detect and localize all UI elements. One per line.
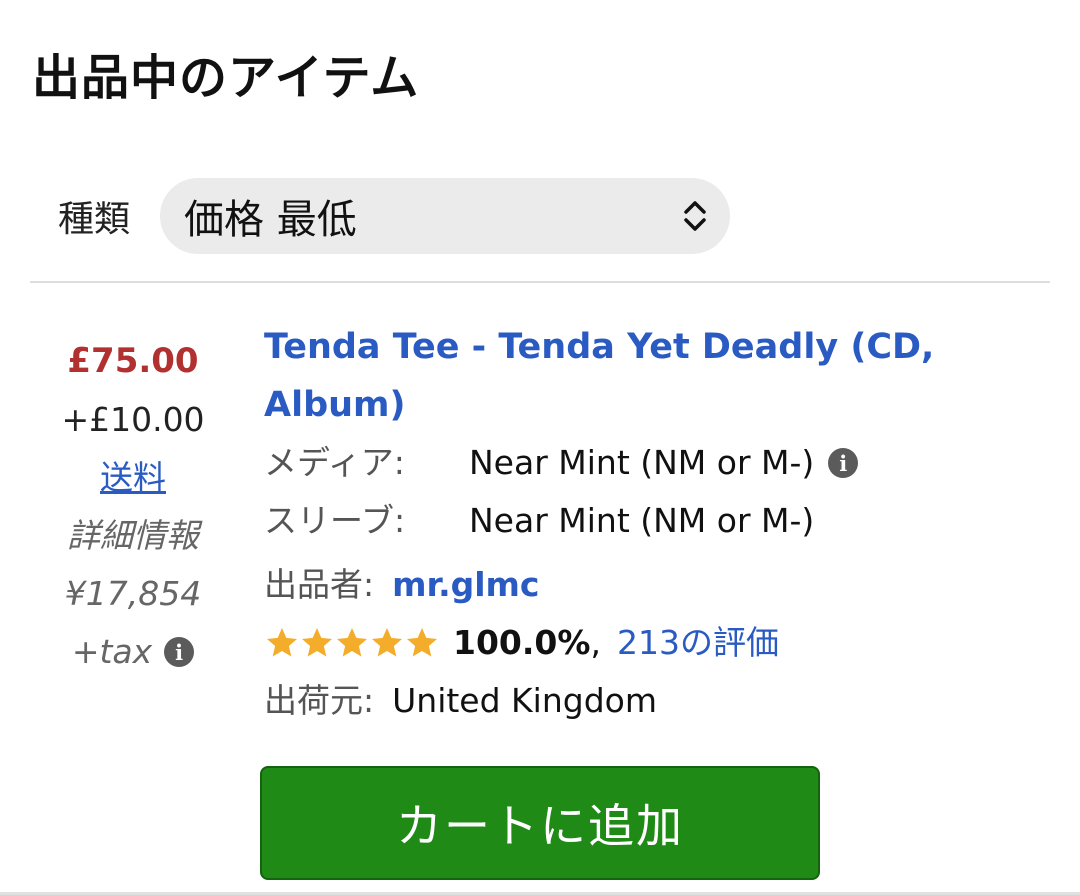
price-column: £75.00 +£10.00 送料 詳細情報 ¥17,854 +tax i <box>28 330 238 681</box>
sort-row: 種類 価格 最低 <box>58 178 731 254</box>
add-to-cart-button[interactable]: カートに追加 <box>260 766 820 880</box>
details-label: 詳細情報 <box>67 516 199 555</box>
rating-separator: , <box>590 623 601 662</box>
ships-from-row: 出荷元: United Kingdom <box>264 672 1044 730</box>
star-icon <box>267 628 297 657</box>
info-icon[interactable]: i <box>164 637 195 667</box>
star-icon <box>407 628 437 657</box>
sleeve-condition-row: スリーブ: Near Mint (NM or M-) <box>264 492 1044 550</box>
sleeve-condition: Near Mint (NM or M-) <box>469 501 815 540</box>
ships-from-label: 出荷元: <box>264 681 375 720</box>
approx-price: ¥17,854 <box>64 574 202 613</box>
sort-label: 種類 <box>58 199 131 240</box>
divider <box>30 281 1050 283</box>
sleeve-label: スリーブ: <box>264 501 406 540</box>
sort-select[interactable]: 価格 最低 <box>160 178 731 254</box>
media-condition-row: メディア: Near Mint (NM or M-) i <box>264 434 1044 492</box>
sort-selected-value: 価格 最低 <box>184 197 357 243</box>
seller-row: 出品者: mr.glmc <box>264 556 1044 614</box>
shipping-link[interactable]: 送料 <box>28 449 238 507</box>
item-price: £75.00 <box>67 341 199 381</box>
tax-label: +tax <box>71 632 153 671</box>
chevron-up-down-icon <box>682 196 708 236</box>
seller-label: 出品者: <box>264 565 375 604</box>
star-icon <box>337 628 367 657</box>
item-details: Tenda Tee - Tenda Yet Deadly (CD, Album)… <box>264 318 1044 730</box>
ratings-count-link[interactable]: 213の評価 <box>617 614 779 672</box>
ships-from-value: United Kingdom <box>392 681 657 720</box>
page-title: 出品中のアイテム <box>32 50 420 106</box>
media-label: メディア: <box>264 443 405 482</box>
rating-percent: 100.0% <box>453 623 591 662</box>
star-icon <box>372 628 402 657</box>
info-icon[interactable]: i <box>828 448 859 478</box>
item-title-link[interactable]: Tenda Tee - Tenda Yet Deadly (CD, Album) <box>264 318 1044 434</box>
seller-link[interactable]: mr.glmc <box>392 556 539 614</box>
media-condition: Near Mint (NM or M-) <box>469 443 815 482</box>
star-rating <box>264 625 439 661</box>
rating-row: 100.0%, 213の評価 <box>264 614 1044 672</box>
shipping-cost: +£10.00 <box>61 400 205 439</box>
star-icon <box>302 628 332 657</box>
tax-row: +tax i <box>28 623 238 681</box>
